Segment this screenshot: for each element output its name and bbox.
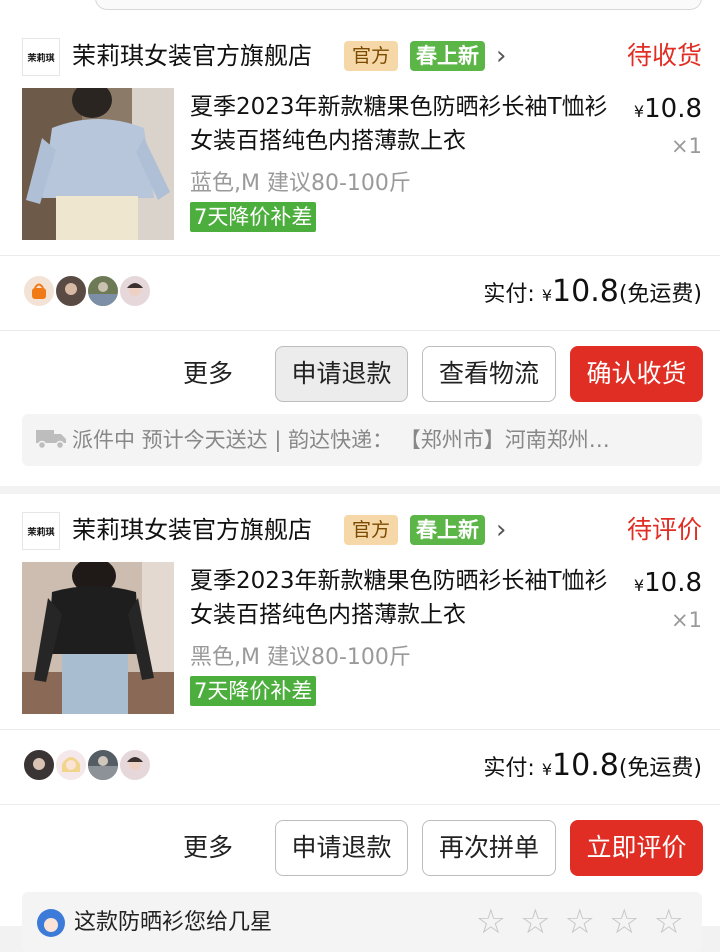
more-button[interactable]: 更多 <box>183 354 233 394</box>
product-quantity: ×1 <box>671 134 702 158</box>
divider <box>0 804 720 805</box>
search-strip <box>0 0 720 20</box>
product-title[interactable]: 夏季2023年新款糖果色防晒衫长袖T恤衫女装百搭纯色内搭薄款上衣 <box>190 564 620 632</box>
avatar <box>54 748 88 782</box>
shop-logo[interactable]: 茉莉琪 <box>22 38 60 76</box>
spring-new-tag: 春上新 <box>410 41 485 71</box>
divider <box>0 330 720 331</box>
star-icon[interactable]: ☆ <box>520 902 550 942</box>
product-title[interactable]: 夏季2023年新款糖果色防晒衫长袖T恤衫女装百搭纯色内搭薄款上衣 <box>190 90 620 158</box>
product-price: ¥10.8 <box>633 94 702 124</box>
confirm-receipt-button[interactable]: 确认收货 <box>570 346 703 402</box>
star-icon[interactable]: ☆ <box>565 902 595 942</box>
chevron-right-icon[interactable]: › <box>496 512 506 548</box>
shop-logo[interactable]: 茉莉琪 <box>22 512 60 550</box>
avatar <box>22 274 56 308</box>
refund-button[interactable]: 申请退款 <box>275 346 408 402</box>
divider <box>0 255 720 256</box>
star-icon[interactable]: ☆ <box>609 902 639 942</box>
paid-amount: 实付: ¥10.8(免运费) <box>483 274 702 309</box>
order-status: 待评价 <box>626 515 702 544</box>
avatar <box>22 748 56 782</box>
product-image[interactable] <box>22 88 174 240</box>
price-protection-badge: 7天降价补差 <box>190 676 317 706</box>
more-button[interactable]: 更多 <box>183 828 233 868</box>
product-quantity: ×1 <box>671 608 702 632</box>
review-prompt: 这款防晒衫您给几星 ☆ ☆ ☆ ☆ ☆ <box>22 892 702 952</box>
star-icon[interactable]: ☆ <box>476 902 506 942</box>
refund-button[interactable]: 申请退款 <box>275 820 408 876</box>
group-avatars <box>22 274 152 308</box>
logistics-text: 派件中 预计今天送达 | 韵达快递： 【郑州市】河南郑州… <box>72 428 610 452</box>
order-card: 茉莉琪 茉莉琪女装官方旗舰店 官方 春上新 › 待收货 夏季2023年新款糖果色… <box>0 20 720 486</box>
divider <box>0 729 720 730</box>
review-now-button[interactable]: 立即评价 <box>570 820 703 876</box>
shopping-bag-icon <box>32 283 46 299</box>
star-rating[interactable]: ☆ ☆ ☆ ☆ ☆ <box>476 902 684 942</box>
avatar <box>86 748 120 782</box>
review-question: 这款防晒衫您给几星 <box>74 910 273 935</box>
official-tag: 官方 <box>344 41 399 71</box>
truck-icon <box>36 430 66 450</box>
avatar <box>118 274 152 308</box>
spring-new-tag: 春上新 <box>410 515 485 545</box>
reorder-button[interactable]: 再次拼单 <box>422 820 556 876</box>
group-avatars <box>22 748 152 782</box>
chevron-right-icon[interactable]: › <box>496 38 506 74</box>
shop-name[interactable]: 茉莉琪女装官方旗舰店 <box>72 38 312 74</box>
price-protection-badge: 7天降价补差 <box>190 202 317 232</box>
avatar <box>86 274 120 308</box>
product-spec: 蓝色,M 建议80-100斤 <box>190 171 411 196</box>
shop-name[interactable]: 茉莉琪女装官方旗舰店 <box>72 512 312 548</box>
order-card: 茉莉琪 茉莉琪女装官方旗舰店 官方 春上新 › 待评价 夏季2023年新款糖果色… <box>0 494 720 952</box>
product-spec: 黑色,M 建议80-100斤 <box>190 645 411 670</box>
official-tag: 官方 <box>344 515 399 545</box>
avatar <box>54 274 88 308</box>
product-image[interactable] <box>22 562 174 714</box>
view-logistics-button[interactable]: 查看物流 <box>422 346 556 402</box>
avatar <box>118 748 152 782</box>
avatar <box>37 909 65 937</box>
product-price: ¥10.8 <box>633 568 702 598</box>
search-bar[interactable] <box>95 0 702 10</box>
star-icon[interactable]: ☆ <box>654 902 684 942</box>
logistics-bar[interactable]: 派件中 预计今天送达 | 韵达快递： 【郑州市】河南郑州… <box>22 414 702 466</box>
paid-amount: 实付: ¥10.8(免运费) <box>483 748 702 783</box>
order-status: 待收货 <box>626 41 702 70</box>
